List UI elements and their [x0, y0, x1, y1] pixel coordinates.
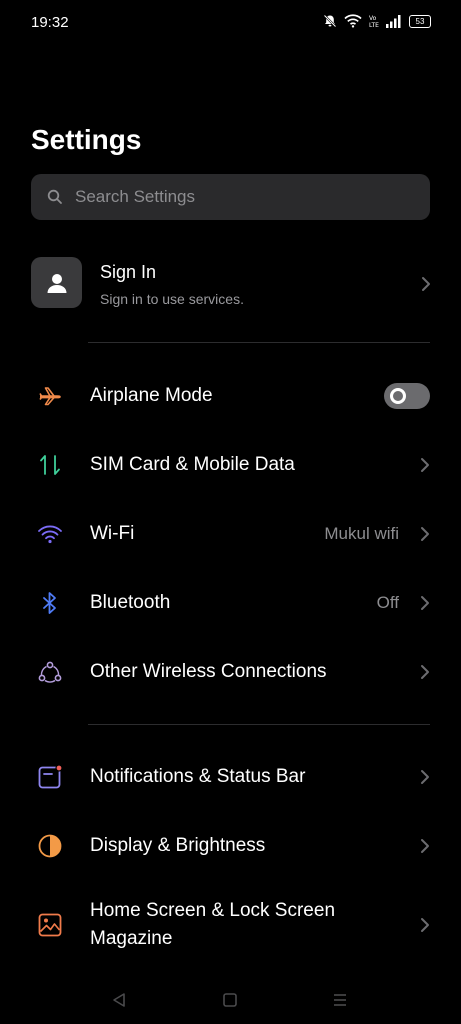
chevron-right-icon [421, 527, 429, 541]
chevron-right-icon [421, 770, 429, 784]
notifications-row[interactable]: Notifications & Status Bar [0, 749, 461, 805]
chevron-right-icon [422, 277, 430, 291]
home-icon[interactable] [222, 992, 238, 1008]
wifi-status-icon [344, 14, 362, 28]
airplane-icon [37, 383, 63, 409]
display-brightness-row[interactable]: Display & Brightness [0, 818, 461, 874]
wifi-icon [37, 521, 63, 547]
chevron-right-icon [421, 596, 429, 610]
user-icon [47, 273, 66, 293]
divider [88, 724, 430, 725]
divider [88, 342, 430, 343]
chevron-right-icon [421, 839, 429, 853]
sign-in-subtitle: Sign in to use services. [100, 291, 244, 307]
status-time: 19:32 [31, 14, 69, 31]
home-screen-row[interactable]: Home Screen & Lock Screen Magazine [0, 895, 461, 955]
navigation-bar [0, 974, 461, 1024]
signal-icon [386, 14, 401, 28]
notifications-label: Notifications & Status Bar [90, 766, 306, 787]
search-bar[interactable] [31, 174, 430, 220]
brightness-icon [37, 833, 63, 859]
chevron-right-icon [421, 918, 429, 932]
chevron-right-icon [421, 458, 429, 472]
wallpaper-icon [37, 912, 63, 938]
svg-text:Vo: Vo [369, 15, 377, 22]
sign-in-item[interactable]: Sign In Sign in to use services. [31, 254, 431, 314]
home-screen-label: Home Screen & Lock Screen Magazine [90, 900, 336, 949]
search-icon [47, 189, 62, 204]
chevron-right-icon [421, 665, 429, 679]
page-title: Settings [31, 124, 142, 155]
data-transfer-icon [37, 452, 63, 478]
wifi-row[interactable]: Wi-Fi Mukul wifi [0, 506, 461, 562]
search-input[interactable] [73, 186, 397, 208]
wifi-network-name: Mukul wifi [324, 524, 399, 543]
wifi-label: Wi-Fi [90, 523, 135, 544]
bluetooth-row[interactable]: Bluetooth Off [0, 575, 461, 631]
status-icons: Vo LTE 53 [323, 14, 431, 28]
airplane-mode-toggle[interactable] [384, 383, 430, 409]
back-icon[interactable] [111, 992, 127, 1008]
svg-text:LTE: LTE [369, 22, 379, 28]
other-wireless-label: Other Wireless Connections [90, 661, 327, 682]
battery-icon: 53 [409, 14, 431, 28]
avatar [31, 257, 82, 308]
bluetooth-status: Off [376, 593, 399, 612]
bluetooth-label: Bluetooth [90, 592, 171, 613]
wireless-connections-icon [37, 659, 63, 685]
notification-icon [37, 764, 63, 790]
airplane-mode-label: Airplane Mode [90, 385, 213, 406]
other-wireless-row[interactable]: Other Wireless Connections [0, 644, 461, 700]
recents-menu-icon[interactable] [332, 992, 348, 1008]
status-bar: 19:32 Vo LTE 53 [0, 0, 461, 44]
sign-in-title: Sign In [100, 262, 157, 282]
bluetooth-icon [37, 590, 63, 616]
mute-bell-icon [323, 14, 337, 28]
sim-card-label: SIM Card & Mobile Data [90, 454, 295, 475]
sim-card-row[interactable]: SIM Card & Mobile Data [0, 437, 461, 493]
volte-icon: Vo LTE [369, 15, 379, 28]
airplane-mode-row[interactable]: Airplane Mode [0, 368, 461, 424]
toggle-knob [390, 388, 406, 404]
display-brightness-label: Display & Brightness [90, 835, 266, 856]
